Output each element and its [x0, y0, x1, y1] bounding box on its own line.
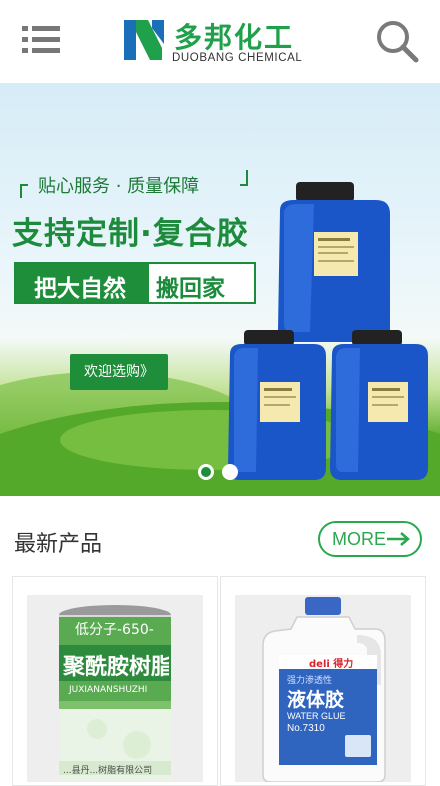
- product-image: deli 得力 强力渗透性 液体胶 WATER GLUE No.7310: [235, 595, 411, 782]
- slogan-right-text: 搬回家: [156, 276, 225, 302]
- hamburger-menu-icon[interactable]: [22, 24, 60, 56]
- banner-headline: 支持定制·复合胶: [12, 216, 249, 252]
- product-1-line2: 聚酰胺树脂: [63, 655, 169, 680]
- blue-jug-right: [330, 330, 428, 480]
- logo-chinese-name: 多邦化工: [174, 21, 295, 54]
- shop-now-button[interactable]: 欢迎选购》: [70, 354, 168, 390]
- banner-slogan: 把大自然 搬回家: [14, 262, 256, 304]
- product-2-brand: deli 得力: [309, 659, 354, 670]
- logo-english-name: DUOBANG CHEMICAL: [172, 52, 303, 64]
- product-2-line3: WATER GLUE: [287, 711, 346, 721]
- banner-tagline: 贴心服务 · 质量保障: [38, 176, 200, 197]
- blue-jug-top: [278, 182, 390, 342]
- slogan-left-text: 把大自然: [16, 264, 149, 302]
- top-header: 多邦化工 DUOBANG CHEMICAL: [0, 0, 440, 84]
- product-1-line1: 低分子-650-: [75, 622, 154, 638]
- product-1-line3: JUXIANANSHUZHI: [69, 685, 148, 695]
- more-button[interactable]: MORE: [318, 521, 422, 557]
- section-title: 最新产品: [14, 532, 103, 557]
- blue-jug-left: [228, 330, 326, 480]
- carousel-dot-1[interactable]: [198, 464, 214, 480]
- search-icon[interactable]: [374, 18, 420, 64]
- arrow-right-icon: [387, 532, 410, 546]
- carousel-dot-2[interactable]: [222, 464, 238, 480]
- carousel-pagination: [196, 462, 244, 482]
- banner-tagline-frame: 贴心服务 · 质量保障: [20, 170, 248, 198]
- more-label: MORE: [332, 529, 386, 549]
- logo-mark-icon: [124, 20, 164, 60]
- brand-logo[interactable]: 多邦化工 DUOBANG CHEMICAL: [122, 14, 322, 70]
- product-2-line2: 液体胶: [287, 689, 345, 711]
- hero-banner[interactable]: 贴心服务 · 质量保障 支持定制·复合胶 把大自然 搬回家 欢迎选购》: [0, 84, 440, 496]
- product-2-line4: No.7310: [287, 723, 325, 734]
- product-card[interactable]: deli 得力 强力渗透性 液体胶 WATER GLUE No.7310: [220, 576, 426, 786]
- product-image: 低分子-650- 聚酰胺树脂 JUXIANANSHUZHI ...县丹...树脂…: [27, 595, 203, 782]
- product-1-line4: ...县丹...树脂有限公司: [63, 766, 153, 776]
- product-grid: 低分子-650- 聚酰胺树脂 JUXIANANSHUZHI ...县丹...树脂…: [12, 576, 428, 786]
- product-card[interactable]: 低分子-650- 聚酰胺树脂 JUXIANANSHUZHI ...县丹...树脂…: [12, 576, 218, 786]
